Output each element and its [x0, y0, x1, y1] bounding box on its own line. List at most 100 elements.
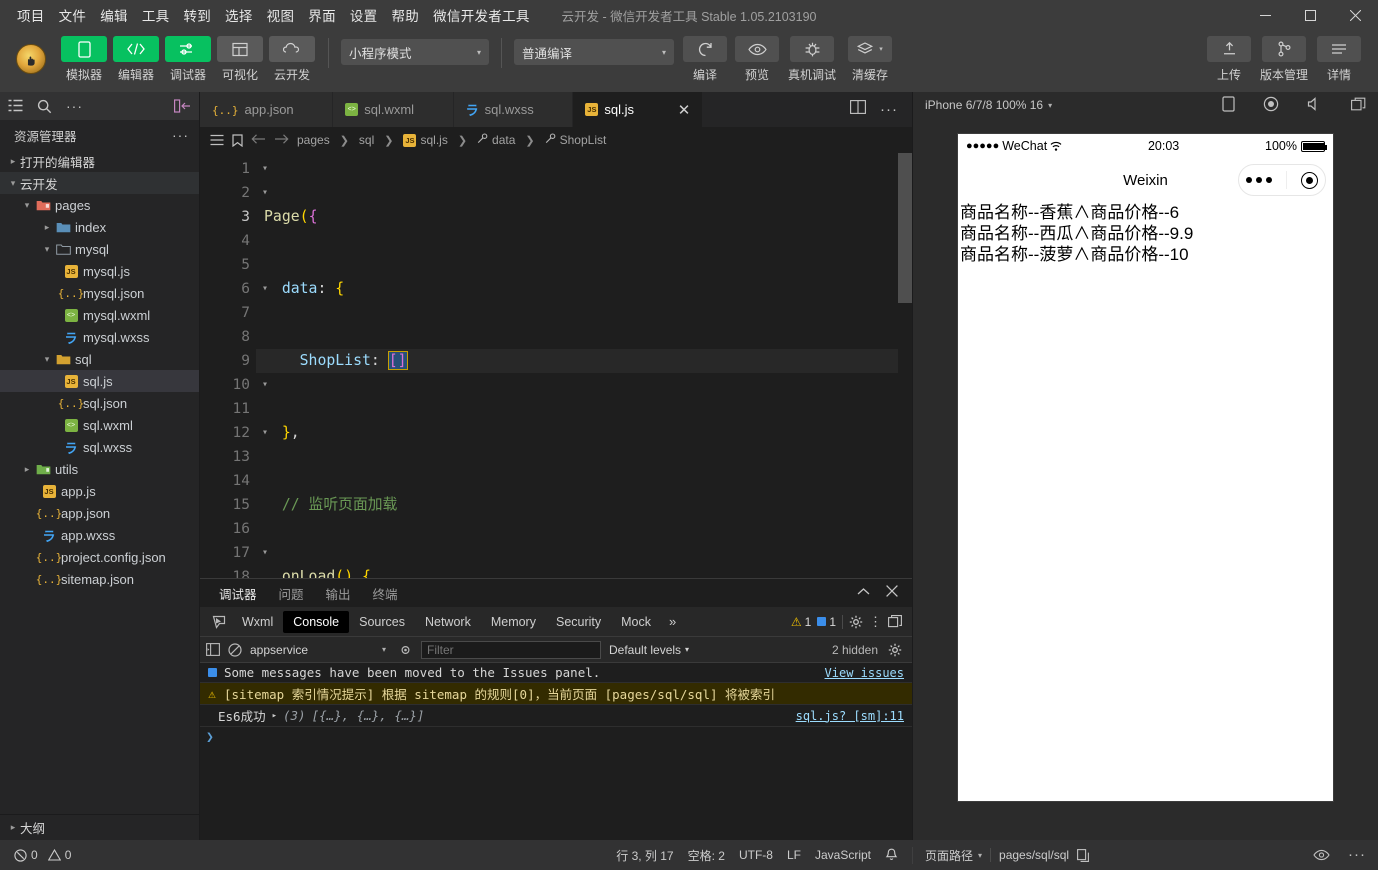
devtools-tab-memory[interactable]: Memory: [481, 611, 546, 633]
page-path-select[interactable]: 页面路径 ▾: [925, 847, 982, 864]
arrow-right-icon[interactable]: [274, 133, 289, 148]
record-icon[interactable]: [1263, 96, 1279, 115]
devtools-tab-security[interactable]: Security: [546, 611, 611, 633]
console-sidebar-icon[interactable]: [206, 643, 220, 656]
device-select[interactable]: iPhone 6/7/8 100% 16 ▾: [925, 98, 1052, 112]
compile-mode-select[interactable]: 普通编译 ▾: [514, 39, 674, 65]
sidebar-more-icon[interactable]: ···: [172, 127, 189, 143]
close-button[interactable]: [1333, 0, 1378, 30]
toggle-simulator-button[interactable]: 模拟器: [60, 36, 108, 83]
menu-item-settings[interactable]: 设置: [343, 1, 385, 29]
volume-icon[interactable]: [1307, 96, 1323, 114]
sidebar-section-cloud-project[interactable]: ▾ 云开发: [0, 172, 199, 194]
clear-cache-button[interactable]: ▾ 清缓存: [842, 36, 898, 83]
view-issues-link[interactable]: View issues: [825, 666, 904, 680]
toggle-debugger-button[interactable]: 调试器: [164, 36, 212, 83]
tree-item-app-json[interactable]: {..} app.json: [0, 502, 199, 524]
tree-item-sitemap[interactable]: {..} sitemap.json: [0, 568, 199, 590]
capsule-button[interactable]: [1238, 164, 1326, 196]
minimize-button[interactable]: [1243, 0, 1288, 30]
live-expression-icon[interactable]: [398, 644, 413, 656]
toggle-visualization-button[interactable]: 可视化: [216, 36, 264, 83]
tree-item-sql-wxml[interactable]: <> sql.wxml: [0, 414, 199, 436]
code-editor[interactable]: 1 ▾ 2 ▾ 3 4 5 6 ▾ 7 8 9 10 ▾ 11 12 ▾ 13 14 15…: [200, 153, 912, 578]
breadcrumb-segment-pages[interactable]: pages: [297, 133, 330, 147]
menu-item-tools[interactable]: 工具: [135, 1, 177, 29]
editor-tab-sql-wxml[interactable]: <> sql.wxml ✕: [333, 92, 454, 127]
close-icon[interactable]: [886, 584, 898, 602]
tab-problems[interactable]: 问题: [268, 578, 315, 609]
search-icon[interactable]: [37, 99, 52, 114]
scrollbar-thumb[interactable]: [898, 153, 912, 303]
editor-tab-sql-js[interactable]: JS sql.js ✕: [573, 92, 704, 127]
eye-icon[interactable]: [1313, 849, 1330, 861]
more-menu-icon[interactable]: [1246, 177, 1272, 183]
breadcrumb-segment-data[interactable]: data: [477, 133, 515, 147]
warning-badge[interactable]: ⚠ 1: [791, 615, 811, 629]
maximize-button[interactable]: [1288, 0, 1333, 30]
outline-menu-icon[interactable]: [210, 134, 224, 146]
ellipsis-icon[interactable]: ···: [880, 102, 898, 117]
status-badge-errors[interactable]: 0: [14, 848, 38, 862]
remote-debug-button[interactable]: 真机调试: [784, 36, 840, 83]
language-mode[interactable]: JavaScript: [809, 848, 877, 862]
tree-item-mysql-wxml[interactable]: <> mysql.wxml: [0, 304, 199, 326]
cursor-position[interactable]: 行 3, 列 17: [610, 847, 679, 864]
split-editor-icon[interactable]: [850, 100, 866, 119]
tree-item-mysql-wxss[interactable]: ラ mysql.wxss: [0, 326, 199, 348]
close-icon[interactable]: ✕: [670, 101, 691, 119]
encoding-setting[interactable]: UTF-8: [733, 848, 779, 862]
menu-item-view[interactable]: 视图: [260, 1, 302, 29]
tree-item-sql-wxss[interactable]: ラ sql.wxss: [0, 436, 199, 458]
tree-item-app-wxss[interactable]: ラ app.wxss: [0, 524, 199, 546]
upload-button[interactable]: 上传: [1204, 36, 1254, 83]
tree-item-sql-json[interactable]: {..} sql.json: [0, 392, 199, 414]
breadcrumb-segment-shoplist[interactable]: ShopList: [545, 133, 606, 147]
mode-select[interactable]: 小程序模式 ▾: [341, 39, 489, 65]
expand-arrow-icon[interactable]: ▸: [272, 711, 277, 721]
version-management-button[interactable]: 版本管理: [1256, 36, 1312, 83]
console-array-preview[interactable]: [{…}, {…}, {…}]: [312, 708, 425, 723]
editor-tab-sql-wxss[interactable]: ラ sql.wxss ✕: [453, 92, 574, 127]
eol-setting[interactable]: LF: [781, 848, 807, 862]
gear-icon[interactable]: [888, 643, 902, 657]
toggle-cloud-button[interactable]: 云开发: [268, 36, 316, 83]
info-badge[interactable]: 1: [817, 615, 836, 629]
console-context-select[interactable]: appservice ▾: [250, 643, 390, 657]
bookmark-icon[interactable]: [232, 133, 243, 147]
popout-icon[interactable]: [1351, 97, 1366, 114]
tab-terminal[interactable]: 终端: [362, 578, 409, 609]
tree-item-sql-js[interactable]: JS sql.js: [0, 370, 199, 392]
collapse-sidebar-icon[interactable]: [174, 99, 191, 113]
preview-button[interactable]: 预览: [732, 36, 782, 83]
menu-item-goto[interactable]: 转到: [176, 1, 218, 29]
code-content[interactable]: Page({ data: { ShopList: [] }, // 监听页面加载…: [256, 153, 912, 578]
sidebar-section-outline[interactable]: ▸ 大纲: [0, 814, 199, 840]
menu-item-file[interactable]: 文件: [52, 1, 94, 29]
menu-item-devtools[interactable]: 微信开发者工具: [426, 1, 537, 29]
devtools-tab-mock[interactable]: Mock: [611, 611, 661, 633]
devtools-tab-network[interactable]: Network: [415, 611, 481, 633]
tab-output[interactable]: 输出: [315, 578, 362, 609]
dock-panel-icon[interactable]: [888, 615, 902, 628]
devtools-tab-console[interactable]: Console: [283, 610, 350, 633]
bell-icon[interactable]: [879, 848, 904, 862]
console-filter-input[interactable]: [421, 640, 601, 659]
menu-item-select[interactable]: 选择: [218, 1, 260, 29]
tree-item-sql-folder[interactable]: ▾ sql: [0, 348, 199, 370]
sidebar-section-open-editors[interactable]: ▸ 打开的编辑器: [0, 150, 199, 172]
kebab-menu-icon[interactable]: ⋮: [869, 615, 882, 628]
details-button[interactable]: 详情: [1314, 36, 1364, 83]
editor-tab-app-json[interactable]: {..} app.json ✕: [200, 92, 334, 127]
breadcrumb-segment-sql-js[interactable]: JS sql.js: [403, 133, 448, 147]
tree-item-app-js[interactable]: JS app.js: [0, 480, 199, 502]
arrow-left-icon[interactable]: [251, 133, 266, 148]
tree-item-mysql-folder[interactable]: ▾ mysql: [0, 238, 199, 260]
gear-icon[interactable]: [849, 615, 863, 629]
devtools-overflow-icon[interactable]: »: [661, 614, 684, 629]
menu-item-help[interactable]: 帮助: [384, 1, 426, 29]
console-levels-select[interactable]: Default levels ▾: [609, 643, 689, 657]
compile-button[interactable]: 编译: [680, 36, 730, 83]
tab-debugger[interactable]: 调试器: [208, 578, 268, 609]
target-icon[interactable]: [1301, 171, 1318, 189]
